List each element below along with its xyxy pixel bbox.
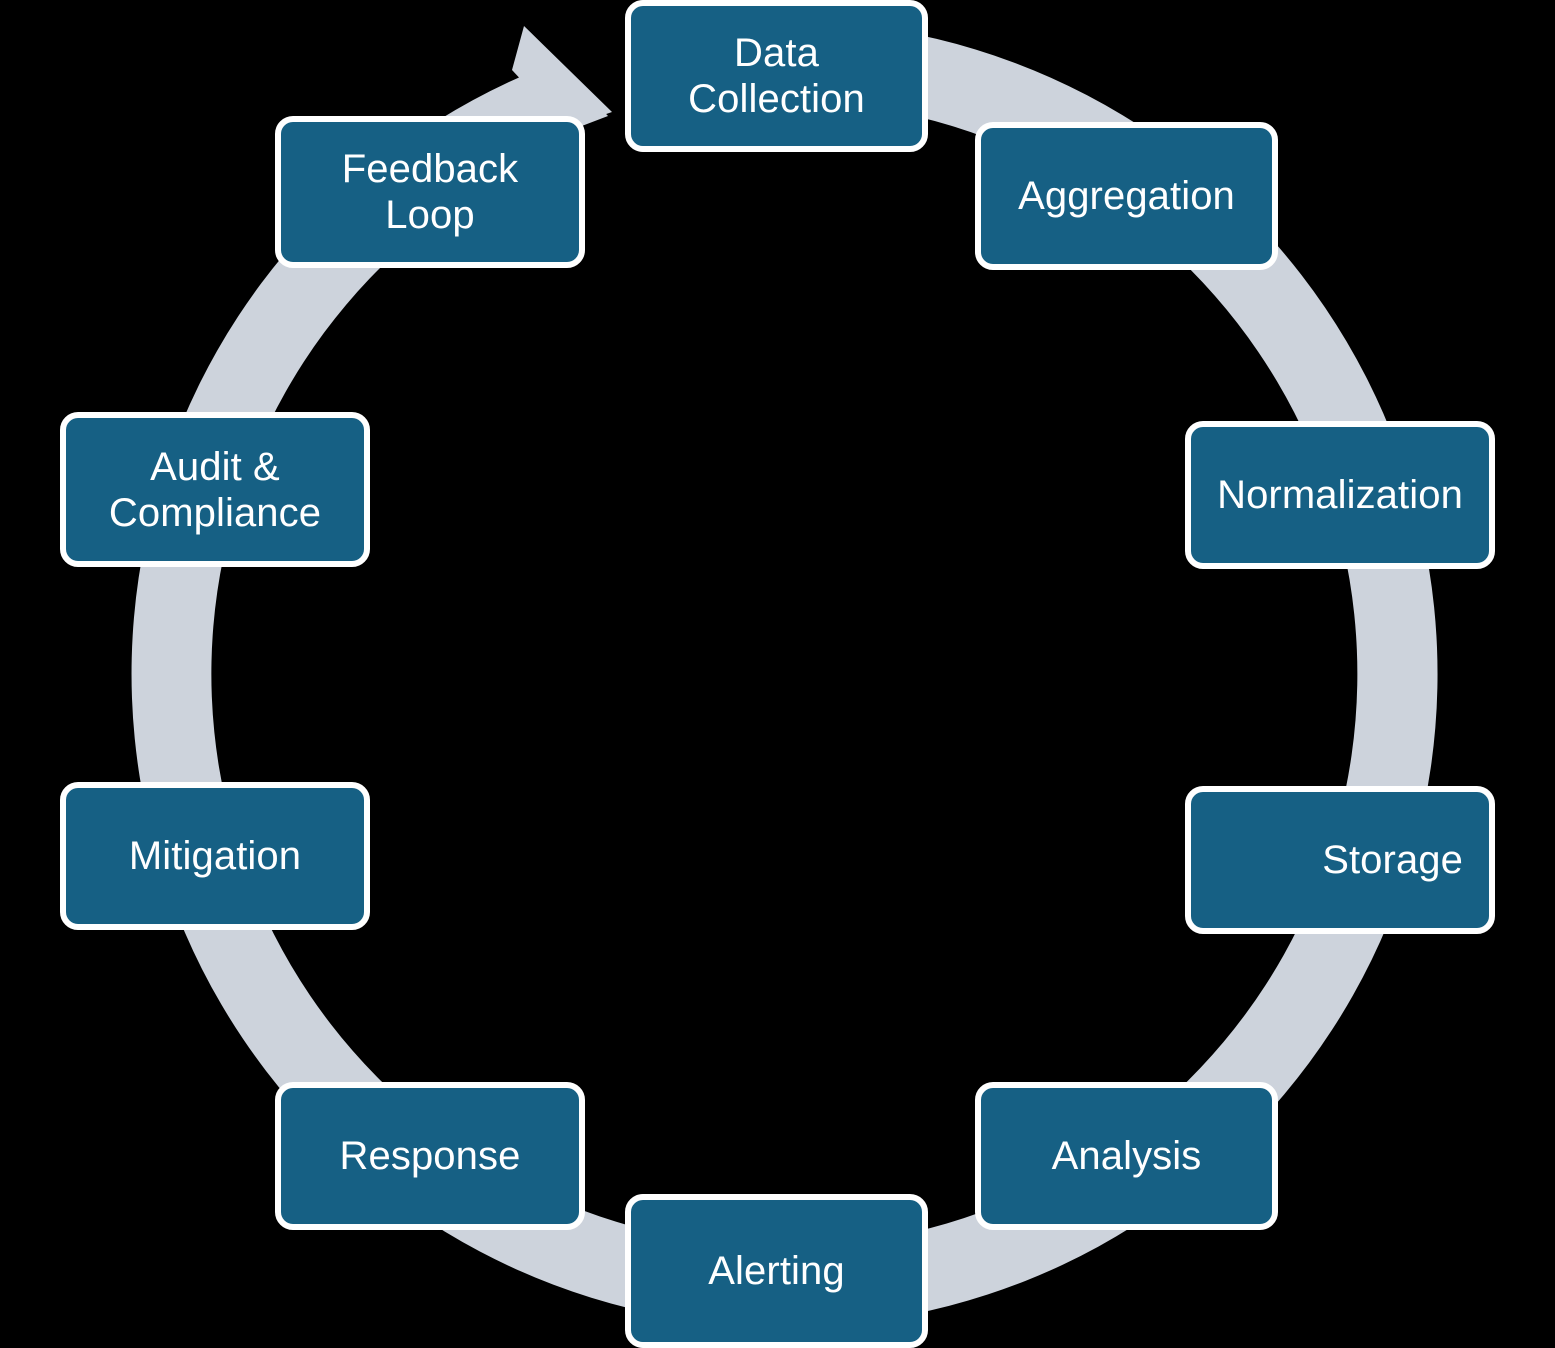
node-label: Audit & Compliance [108,444,322,535]
node-alerting[interactable]: Alerting [625,1194,928,1348]
node-label: Data Collection [688,31,865,121]
node-response[interactable]: Response [275,1082,585,1230]
node-storage[interactable]: Storage [1185,786,1495,934]
cycle-diagram: Data Collection Aggregation Normalizatio… [0,0,1555,1348]
node-label: Alerting [708,1249,845,1293]
node-analysis[interactable]: Analysis [975,1082,1278,1230]
cycle-ring [131,20,1438,1327]
node-mitigation[interactable]: Mitigation [60,782,370,930]
node-label: Mitigation [128,834,302,878]
node-label: Aggregation [1018,174,1235,218]
node-label: Normalization [1217,473,1463,517]
node-data-collection[interactable]: Data Collection [625,0,928,152]
node-aggregation[interactable]: Aggregation [975,122,1278,270]
node-label: Analysis [1051,1134,1202,1178]
node-label: Storage [1322,838,1463,882]
node-label: Feedback Loop [341,147,519,237]
node-audit-compliance[interactable]: Audit & Compliance [60,412,370,567]
node-label: Response [339,1134,521,1178]
node-feedback-loop[interactable]: Feedback Loop [275,116,585,268]
node-normalization[interactable]: Normalization [1185,421,1495,569]
